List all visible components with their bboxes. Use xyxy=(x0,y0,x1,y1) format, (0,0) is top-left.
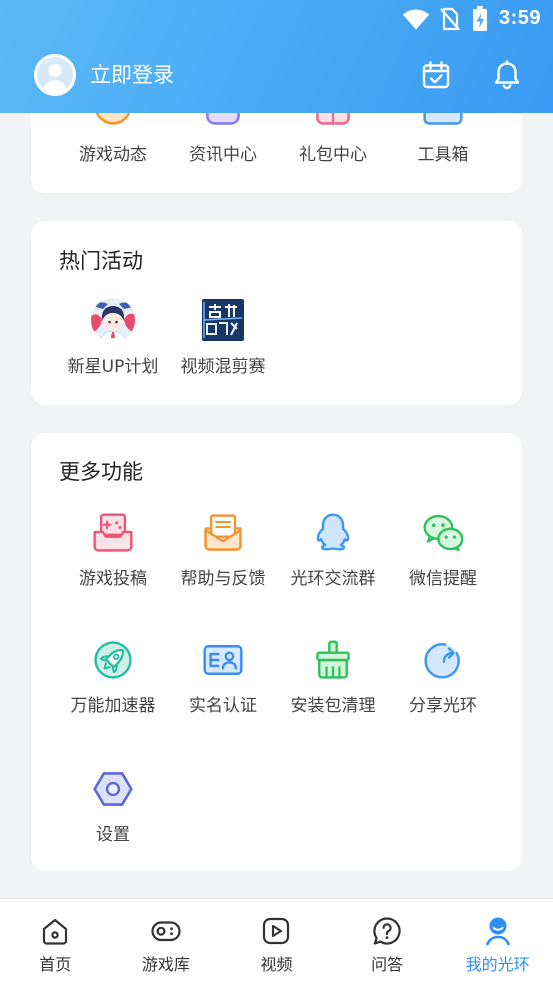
bell-icon[interactable] xyxy=(492,60,522,90)
feature-game-submit[interactable]: 游戏投稿 xyxy=(58,511,168,597)
real-name-icon xyxy=(203,645,243,675)
hot-activities-card: 热门活动 新星UP计划 视频混剪赛 xyxy=(31,221,522,405)
feature-real-name[interactable]: 实名认证 xyxy=(168,638,278,724)
settings-icon xyxy=(93,772,133,806)
accelerator-icon xyxy=(94,641,132,679)
wifi-icon xyxy=(402,9,430,30)
quick-entry-label: 工具箱 xyxy=(417,145,469,165)
home-icon xyxy=(43,918,68,945)
activity-new-star-up[interactable]: 新星UP计划 xyxy=(58,298,168,384)
game-submit-icon xyxy=(93,513,133,552)
feature-group-chat[interactable]: 光环交流群 xyxy=(278,511,388,597)
nav-label: 视频 xyxy=(260,955,293,974)
more-features-title: 更多功能 xyxy=(59,460,143,484)
activity-label: 视频混剪赛 xyxy=(180,357,266,377)
nav-profile[interactable]: 我的光环 xyxy=(442,899,553,983)
feature-label: 微信提醒 xyxy=(409,569,477,589)
feature-help-feedback[interactable]: 帮助与反馈 xyxy=(168,511,278,597)
top-header: 3:59 立即登录 xyxy=(0,0,553,113)
feature-share[interactable]: 分享光环 xyxy=(388,638,498,724)
no-sim-icon xyxy=(440,7,460,31)
nav-label: 游戏库 xyxy=(141,955,190,974)
activity-video-remix[interactable]: 视频混剪赛 xyxy=(168,298,278,384)
more-features-card: 更多功能 游戏投稿 帮助与反馈 光环交流群 微信提醒 万能加速器 实名认证 安装… xyxy=(31,433,522,871)
nav-label: 我的光环 xyxy=(465,955,530,974)
battery-charging-icon xyxy=(473,6,487,31)
qa-icon xyxy=(373,917,401,945)
nav-game-library[interactable]: 游戏库 xyxy=(111,899,222,983)
nav-qa[interactable]: 问答 xyxy=(332,899,443,983)
profile-icon xyxy=(485,917,510,946)
login-link[interactable]: 立即登录 xyxy=(90,62,174,88)
game-library-icon xyxy=(151,921,181,942)
avatar-icon[interactable] xyxy=(34,54,76,96)
video-icon xyxy=(263,917,290,945)
share-icon xyxy=(424,643,460,679)
package-clean-icon xyxy=(316,640,350,679)
video-remix-thumbnail xyxy=(202,299,244,341)
status-time: 3:59 xyxy=(498,7,541,29)
feature-label: 设置 xyxy=(96,825,130,845)
feature-accelerator[interactable]: 万能加速器 xyxy=(58,638,168,724)
wechat-icon xyxy=(423,514,464,552)
feature-label: 分享光环 xyxy=(409,696,477,716)
bottom-nav: 首页 游戏库 视频 问答 我的光环 xyxy=(0,898,553,983)
help-feedback-icon xyxy=(204,514,242,551)
feature-package-clean[interactable]: 安装包清理 xyxy=(278,638,388,724)
calendar-check-icon[interactable] xyxy=(421,60,451,90)
feature-settings[interactable]: 设置 xyxy=(58,767,168,853)
feature-wechat[interactable]: 微信提醒 xyxy=(388,511,498,597)
hot-activities-title: 热门活动 xyxy=(59,249,143,273)
nav-label: 首页 xyxy=(39,955,72,974)
group-chat-icon xyxy=(316,513,350,551)
nav-home[interactable]: 首页 xyxy=(0,899,111,983)
nav-label: 问答 xyxy=(371,955,404,974)
nav-video[interactable]: 视频 xyxy=(221,899,332,983)
new-star-up-thumbnail xyxy=(91,298,135,342)
